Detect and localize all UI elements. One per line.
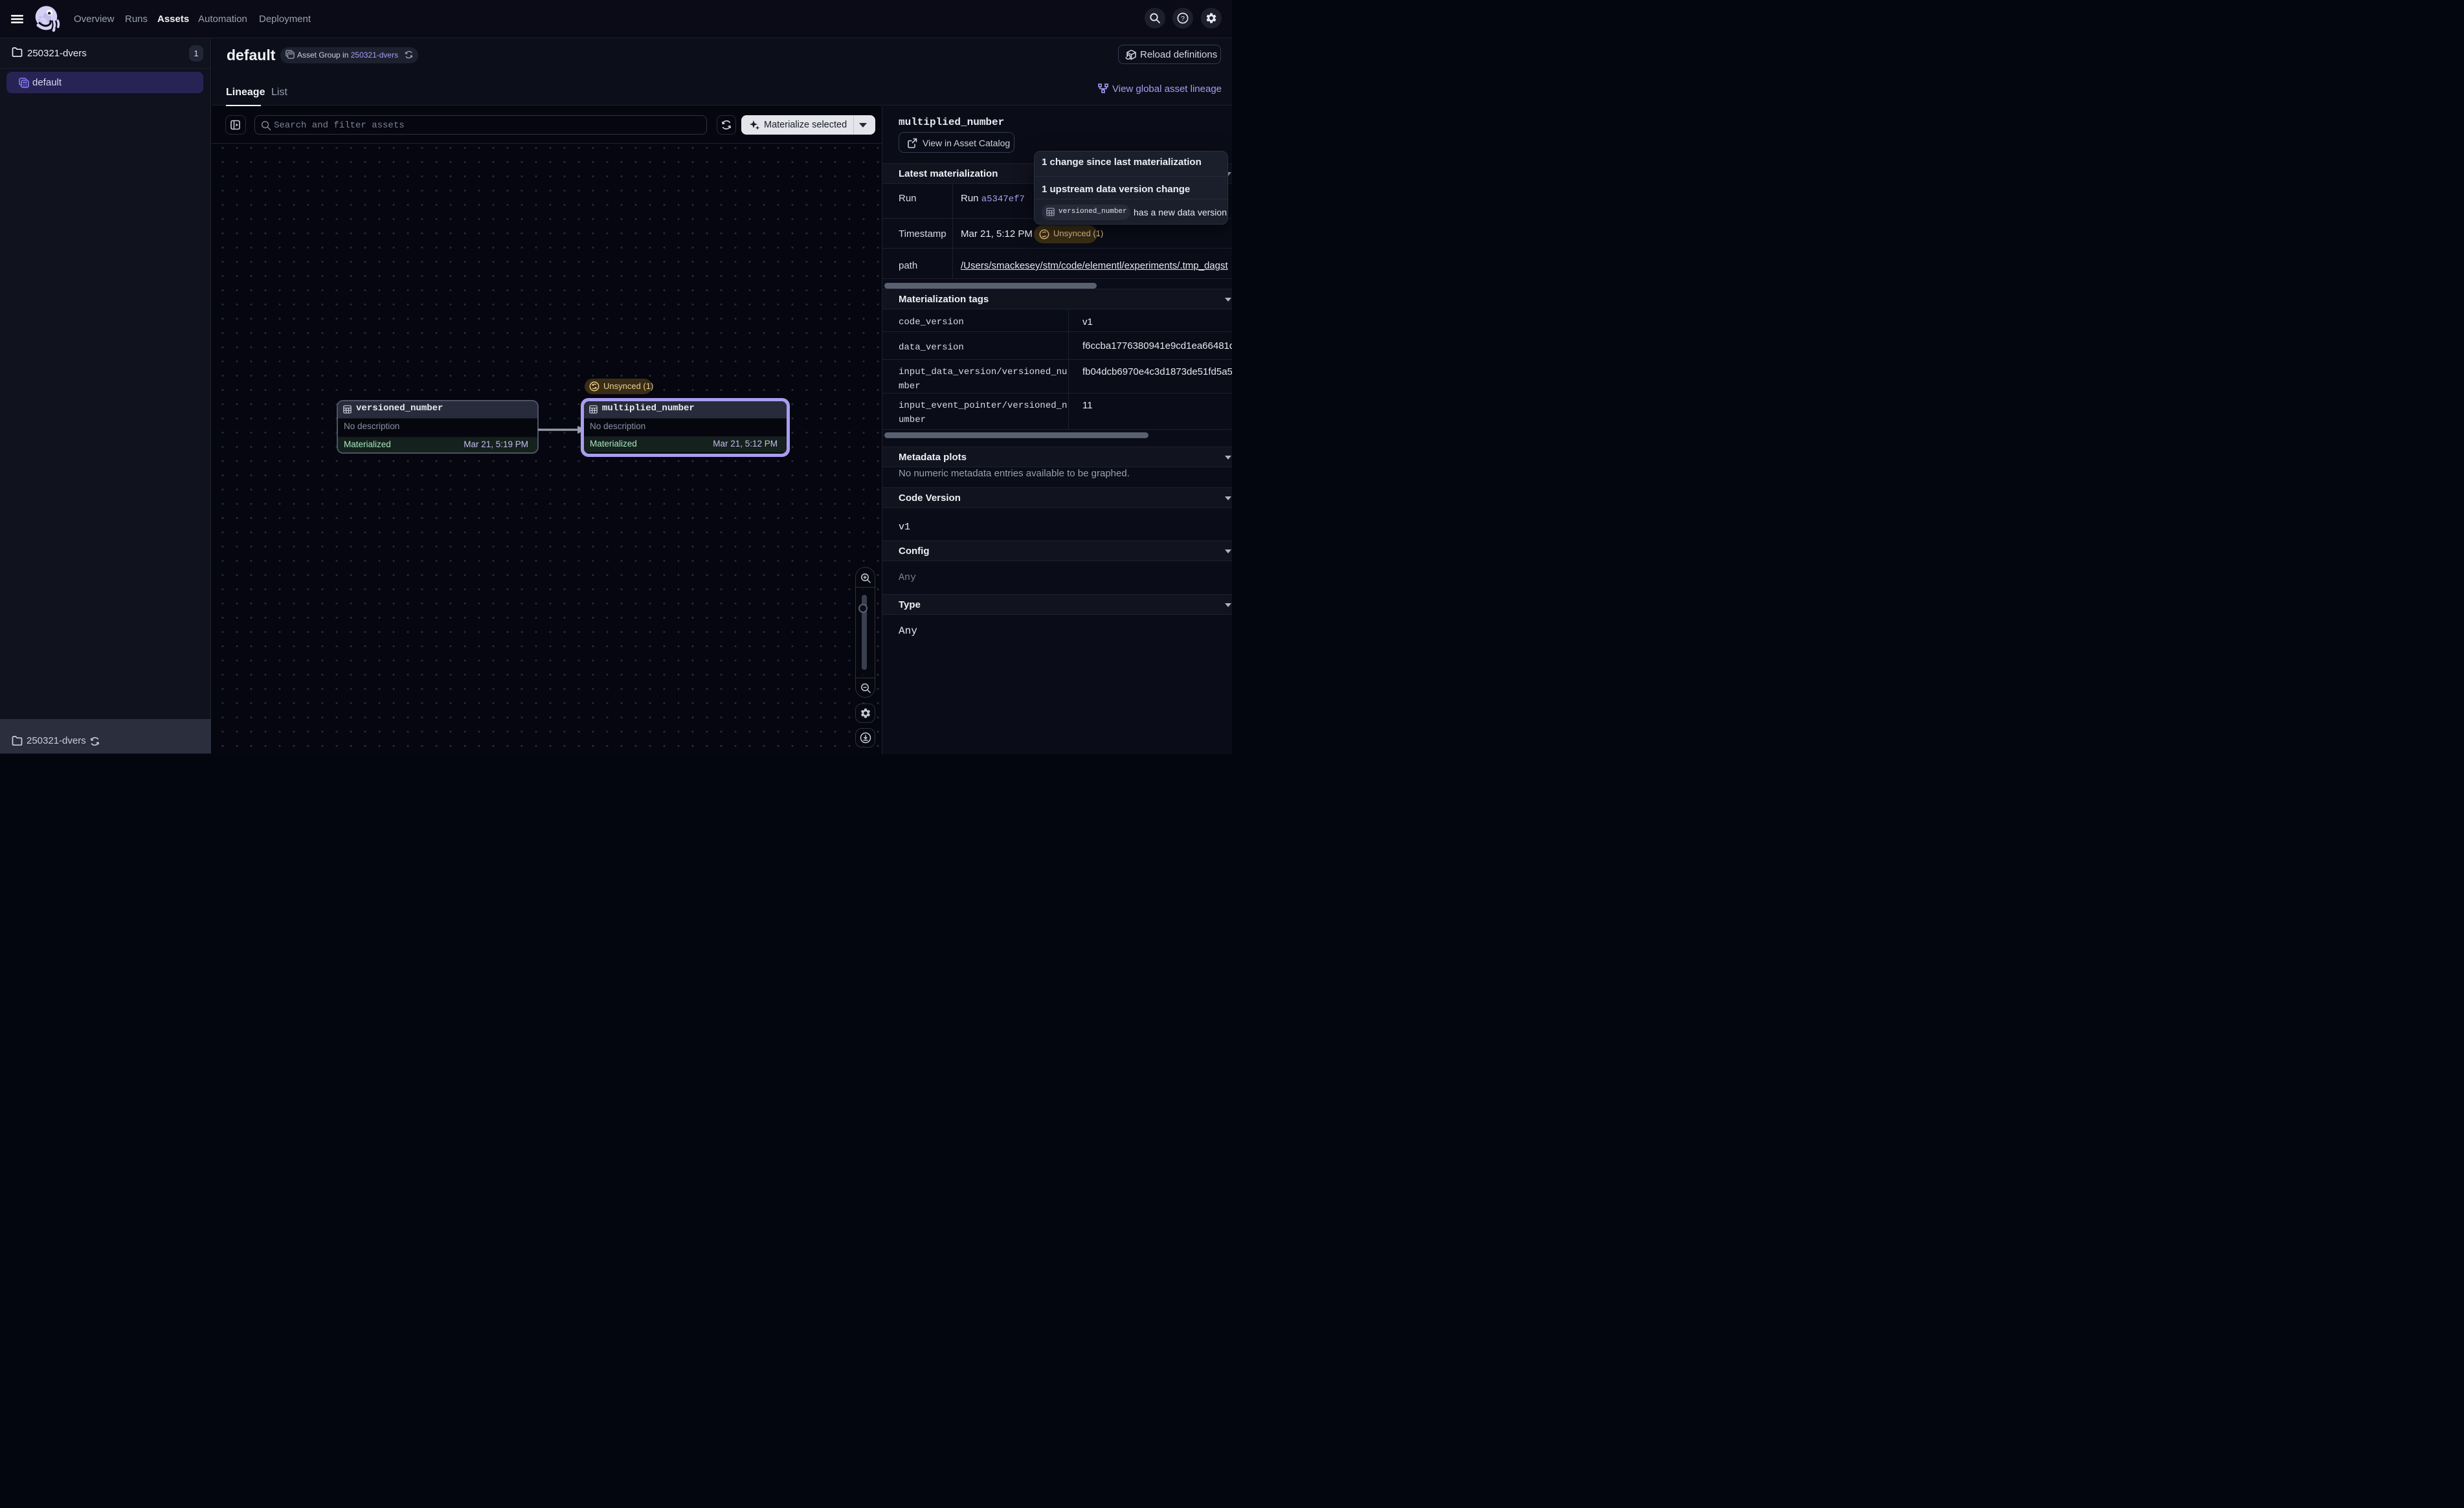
svg-text:?: ? xyxy=(1181,15,1185,23)
